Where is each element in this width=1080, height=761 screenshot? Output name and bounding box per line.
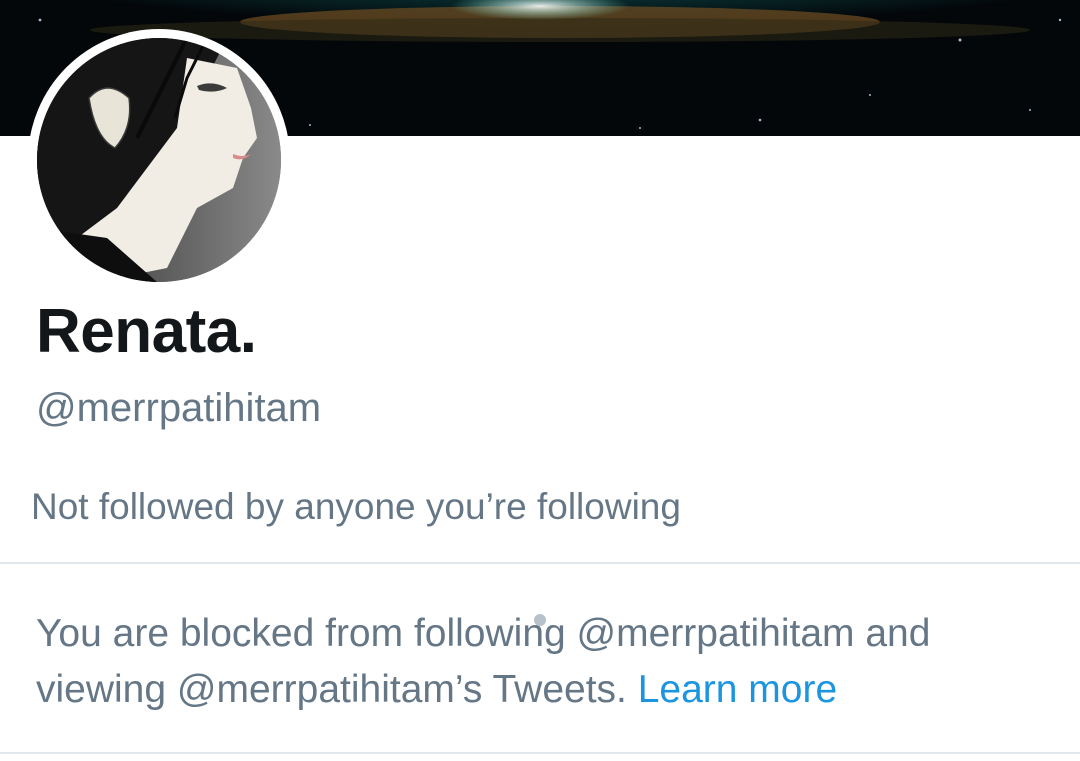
avatar-frame [28,29,290,291]
anime-portrait-avatar-icon [37,38,281,282]
blocked-notice-line2: viewing @merrpatihitam’s Tweets. [36,668,627,711]
blocked-notice: You are blocked from following @merrpati… [36,606,1056,718]
blocked-notice-line1: You are blocked from following @merrpati… [36,612,931,655]
learn-more-link[interactable]: Learn more [638,668,837,711]
profile-page: Renata. @merrpatihitam Not followed by a… [0,0,1080,761]
touch-indicator [534,614,546,626]
display-name: Renata. [36,297,257,366]
section-divider [0,562,1080,564]
avatar[interactable] [37,38,281,282]
user-handle: @merrpatihitam [36,386,322,430]
followers-you-know-text: Not followed by anyone you’re following [31,486,681,527]
section-divider-bottom [0,752,1080,754]
